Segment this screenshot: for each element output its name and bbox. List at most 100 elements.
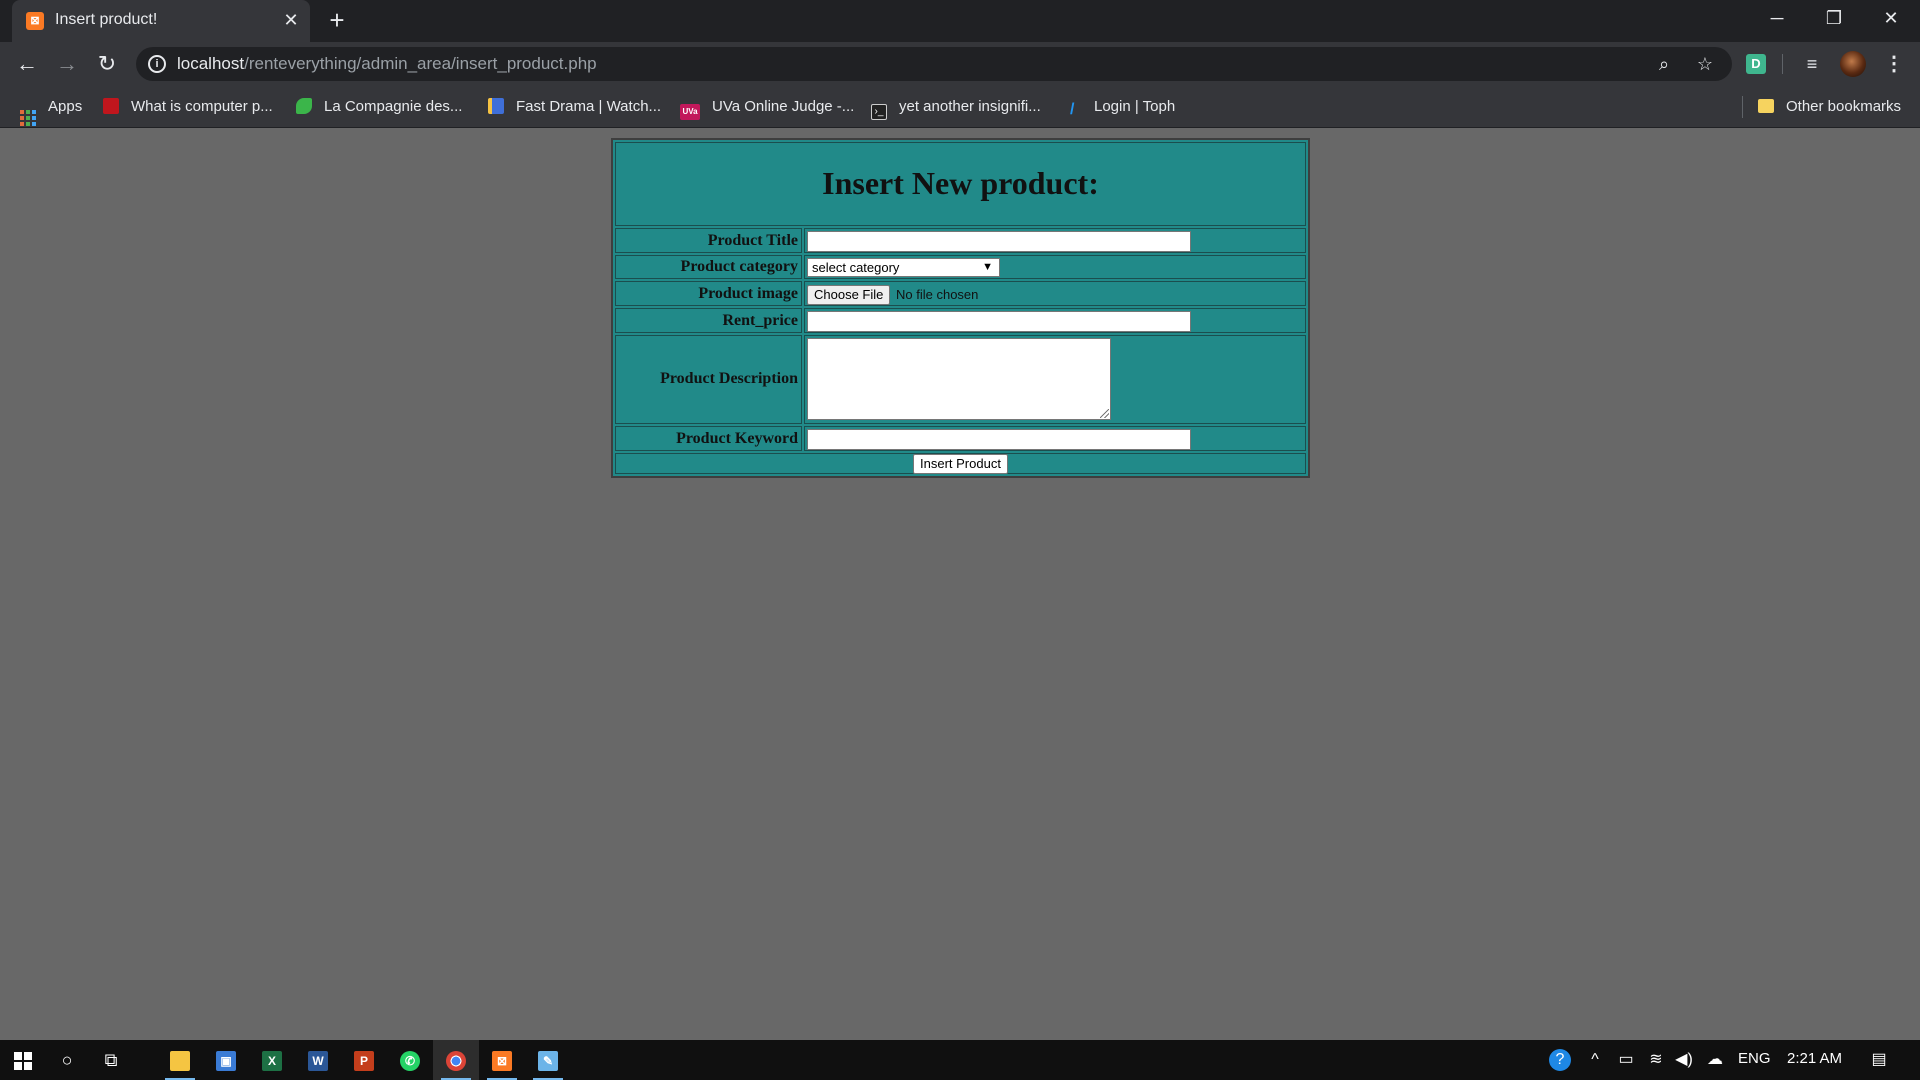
browser-menu-icon[interactable]: ⋮ xyxy=(1882,52,1906,76)
bookmark-label: Apps xyxy=(48,98,83,115)
bookmark-item[interactable]: What is computer p... xyxy=(103,97,273,117)
rent-price-label: Rent_price xyxy=(722,312,798,329)
label-cell: Product image xyxy=(615,281,802,306)
bookmark-label: Login | Toph xyxy=(1094,98,1176,115)
reload-icon[interactable]: ↻ xyxy=(93,50,121,78)
windows-start-icon[interactable] xyxy=(0,1040,46,1080)
product-description-textarea[interactable] xyxy=(807,338,1111,420)
resize-handle-icon[interactable] xyxy=(1100,409,1109,418)
product-title-label: Product Title xyxy=(707,232,798,249)
product-image-label: Product image xyxy=(698,285,798,302)
bookmark-label: yet another insignifi... xyxy=(899,98,1041,115)
help-icon[interactable]: ? xyxy=(1549,1049,1571,1071)
product-category-select[interactable]: select category ▼ xyxy=(807,258,1000,277)
new-tab-icon[interactable]: + xyxy=(324,7,350,33)
url-text[interactable]: localhost/renteverything/admin_area/inse… xyxy=(177,54,597,74)
task-view-icon[interactable]: ⧉ xyxy=(88,1040,134,1080)
extension-d-icon[interactable]: D xyxy=(1746,54,1766,74)
label-cell: Rent_price xyxy=(615,308,802,333)
other-bookmarks-label: Other bookmarks xyxy=(1786,98,1902,115)
bookmark-item[interactable]: La Compagnie des... xyxy=(296,97,462,117)
field-cell xyxy=(804,335,1306,424)
product-keyword-input[interactable] xyxy=(807,429,1191,450)
other-bookmarks[interactable]: Other bookmarks xyxy=(1758,97,1901,117)
label-cell: Product category xyxy=(615,255,802,279)
folder-icon xyxy=(1758,99,1774,113)
browser-toolbar: ← → ↻ i localhost/renteverything/admin_a… xyxy=(0,42,1920,86)
product-title-input[interactable] xyxy=(807,231,1191,252)
chrome-icon[interactable] xyxy=(433,1040,479,1080)
site-info-icon[interactable]: i xyxy=(148,55,166,73)
page-title: Insert New product: xyxy=(822,165,1099,201)
forward-arrow-icon[interactable]: → xyxy=(53,50,81,78)
close-tab-icon[interactable]: ✕ xyxy=(280,9,302,31)
file-status-text: No file chosen xyxy=(896,287,979,302)
back-arrow-icon[interactable]: ← xyxy=(13,50,41,78)
field-cell xyxy=(804,426,1306,451)
book-icon xyxy=(488,98,504,114)
submit-cell: Insert Product xyxy=(615,453,1306,474)
tab-title: Insert product! xyxy=(55,11,158,28)
battery-icon[interactable]: ▭ xyxy=(1615,1049,1637,1071)
restore-icon[interactable]: ❐ xyxy=(1806,0,1862,38)
window-close-icon[interactable]: ✕ xyxy=(1863,0,1919,38)
store-icon[interactable]: ▣ xyxy=(203,1040,249,1080)
bookmark-item[interactable]: Fast Drama | Watch... xyxy=(488,97,661,117)
bookmark-apps[interactable]: Apps xyxy=(20,97,83,126)
label-cell: Product Keyword xyxy=(615,426,802,451)
cortana-search-icon[interactable]: ○ xyxy=(44,1040,90,1080)
insert-product-button[interactable]: Insert Product xyxy=(913,454,1008,474)
clock[interactable]: 2:21 AM xyxy=(1787,1050,1842,1067)
xampp-icon: ⊠ xyxy=(26,12,44,30)
product-description-label: Product Description xyxy=(660,370,798,387)
whatsapp-icon[interactable]: ✆ xyxy=(387,1040,433,1080)
apps-grid-icon xyxy=(20,110,36,126)
profile-avatar[interactable] xyxy=(1840,51,1866,77)
uva-icon: UVa xyxy=(680,104,700,120)
form-header-cell: Insert New product: xyxy=(615,142,1306,226)
label-cell: Product Title xyxy=(615,228,802,253)
wifi-icon[interactable]: ≋ xyxy=(1645,1049,1667,1071)
powerpoint-icon[interactable]: P xyxy=(341,1040,387,1080)
category-selected-value: select category xyxy=(812,260,900,275)
bookmarks-divider xyxy=(1742,96,1743,118)
volume-icon[interactable]: ◀) xyxy=(1673,1049,1695,1071)
bookmark-item[interactable]: / Login | Toph xyxy=(1070,97,1176,118)
bookmark-label: What is computer p... xyxy=(131,98,273,115)
dropdown-arrow-icon: ▼ xyxy=(982,261,993,273)
field-cell: select category ▼ xyxy=(804,255,1306,279)
terminal-icon: ›_ xyxy=(871,104,887,120)
windows-taskbar: ○ ⧉ ▣ X W P ✆ ⊠ ✎ ? ^ ▭ ≋ ◀) ☁ ENG 2:21 … xyxy=(0,1040,1920,1080)
toolbar-divider xyxy=(1782,54,1783,74)
insert-product-form: Insert New product: Product Title Produc… xyxy=(611,138,1310,478)
file-explorer-icon[interactable] xyxy=(157,1040,203,1080)
notepad-icon[interactable]: ✎ xyxy=(525,1040,571,1080)
action-center-icon[interactable]: ▤ xyxy=(1868,1049,1890,1071)
label-cell: Product Description xyxy=(615,335,802,424)
product-keyword-label: Product Keyword xyxy=(676,430,798,447)
toph-icon: / xyxy=(1070,101,1075,118)
bookmark-label: Fast Drama | Watch... xyxy=(516,98,662,115)
field-cell xyxy=(804,308,1306,333)
browser-tab-active[interactable]: ⊠ Insert product! ✕ xyxy=(12,0,310,42)
choose-file-button[interactable]: Choose File xyxy=(807,285,891,305)
bookmark-star-icon[interactable]: ☆ xyxy=(1693,52,1717,76)
product-category-label: Product category xyxy=(680,258,798,275)
xampp-taskbar-icon[interactable]: ⊠ xyxy=(479,1040,525,1080)
media-controls-icon[interactable]: ≡ xyxy=(1800,52,1824,76)
minimize-icon[interactable]: ─ xyxy=(1749,0,1805,38)
red-square-icon xyxy=(103,98,119,114)
language-indicator[interactable]: ENG xyxy=(1738,1050,1771,1067)
field-cell: Choose File No file chosen xyxy=(804,281,1306,306)
word-icon[interactable]: W xyxy=(295,1040,341,1080)
excel-icon[interactable]: X xyxy=(249,1040,295,1080)
green-leaf-icon xyxy=(296,98,312,114)
rent-price-input[interactable] xyxy=(807,311,1191,332)
address-bar[interactable]: i localhost/renteverything/admin_area/in… xyxy=(136,47,1732,81)
bookmark-item[interactable]: ›_ yet another insignifi... xyxy=(871,97,1041,120)
url-path: /renteverything/admin_area/insert_produc… xyxy=(244,54,597,73)
show-hidden-icons[interactable]: ^ xyxy=(1584,1049,1606,1071)
bookmark-item[interactable]: UVa UVa Online Judge -... xyxy=(680,97,854,120)
zoom-search-icon[interactable]: ⌕ xyxy=(1652,52,1676,76)
onedrive-cloud-icon[interactable]: ☁ xyxy=(1704,1049,1726,1071)
